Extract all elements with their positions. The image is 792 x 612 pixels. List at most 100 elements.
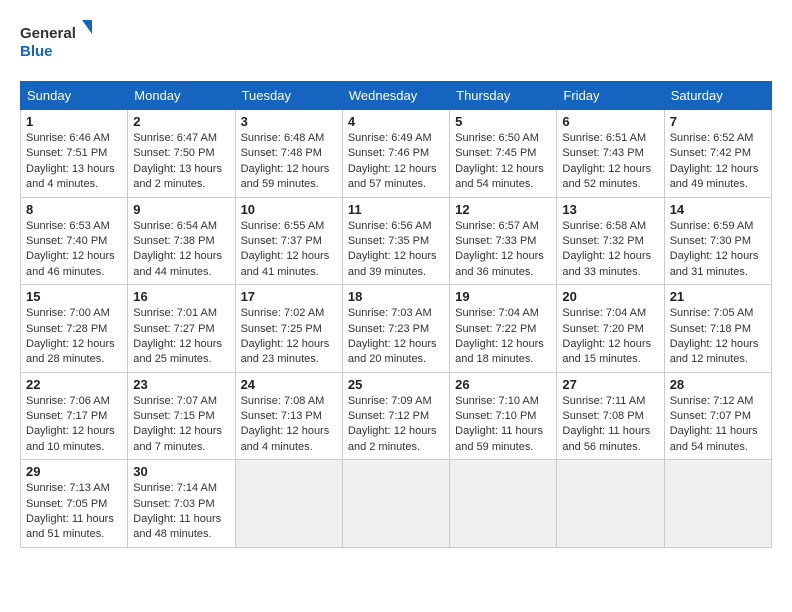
day-info: Sunrise: 6:46 AM Sunset: 7:51 PM Dayligh… [26, 131, 122, 193]
day-number: 17 [241, 289, 337, 304]
calendar-cell: 27 Sunrise: 7:11 AM Sunset: 7:08 PM Dayl… [557, 372, 664, 460]
calendar-cell: 10 Sunrise: 6:55 AM Sunset: 7:37 PM Dayl… [235, 197, 342, 285]
calendar-cell: 18 Sunrise: 7:03 AM Sunset: 7:23 PM Dayl… [342, 285, 449, 373]
calendar-cell [450, 460, 557, 548]
logo: General Blue [20, 20, 100, 65]
page-header: General Blue [20, 20, 772, 65]
calendar-cell: 15 Sunrise: 7:00 AM Sunset: 7:28 PM Dayl… [21, 285, 128, 373]
day-number: 8 [26, 202, 122, 217]
day-info: Sunrise: 7:13 AM Sunset: 7:05 PM Dayligh… [26, 481, 122, 543]
day-info: Sunrise: 7:05 AM Sunset: 7:18 PM Dayligh… [670, 306, 766, 368]
day-info: Sunrise: 7:12 AM Sunset: 7:07 PM Dayligh… [670, 394, 766, 456]
day-number: 19 [455, 289, 551, 304]
day-number: 29 [26, 464, 122, 479]
calendar-cell: 8 Sunrise: 6:53 AM Sunset: 7:40 PM Dayli… [21, 197, 128, 285]
calendar-cell: 4 Sunrise: 6:49 AM Sunset: 7:46 PM Dayli… [342, 110, 449, 198]
day-info: Sunrise: 7:04 AM Sunset: 7:22 PM Dayligh… [455, 306, 551, 368]
header-friday: Friday [557, 82, 664, 110]
calendar-cell: 9 Sunrise: 6:54 AM Sunset: 7:38 PM Dayli… [128, 197, 235, 285]
day-number: 16 [133, 289, 229, 304]
calendar-cell: 2 Sunrise: 6:47 AM Sunset: 7:50 PM Dayli… [128, 110, 235, 198]
day-number: 7 [670, 114, 766, 129]
day-info: Sunrise: 6:53 AM Sunset: 7:40 PM Dayligh… [26, 219, 122, 281]
calendar-cell: 25 Sunrise: 7:09 AM Sunset: 7:12 PM Dayl… [342, 372, 449, 460]
calendar-week-4: 22 Sunrise: 7:06 AM Sunset: 7:17 PM Dayl… [21, 372, 772, 460]
calendar-cell: 23 Sunrise: 7:07 AM Sunset: 7:15 PM Dayl… [128, 372, 235, 460]
calendar-cell: 5 Sunrise: 6:50 AM Sunset: 7:45 PM Dayli… [450, 110, 557, 198]
day-info: Sunrise: 6:52 AM Sunset: 7:42 PM Dayligh… [670, 131, 766, 193]
calendar-cell: 21 Sunrise: 7:05 AM Sunset: 7:18 PM Dayl… [664, 285, 771, 373]
day-info: Sunrise: 6:58 AM Sunset: 7:32 PM Dayligh… [562, 219, 658, 281]
day-number: 27 [562, 377, 658, 392]
calendar-cell: 19 Sunrise: 7:04 AM Sunset: 7:22 PM Dayl… [450, 285, 557, 373]
calendar-cell [557, 460, 664, 548]
calendar-cell [342, 460, 449, 548]
day-number: 15 [26, 289, 122, 304]
calendar-cell: 14 Sunrise: 6:59 AM Sunset: 7:30 PM Dayl… [664, 197, 771, 285]
day-number: 28 [670, 377, 766, 392]
day-info: Sunrise: 6:47 AM Sunset: 7:50 PM Dayligh… [133, 131, 229, 193]
calendar-cell: 11 Sunrise: 6:56 AM Sunset: 7:35 PM Dayl… [342, 197, 449, 285]
day-number: 3 [241, 114, 337, 129]
day-info: Sunrise: 7:03 AM Sunset: 7:23 PM Dayligh… [348, 306, 444, 368]
day-info: Sunrise: 6:55 AM Sunset: 7:37 PM Dayligh… [241, 219, 337, 281]
day-number: 18 [348, 289, 444, 304]
calendar-header-row: SundayMondayTuesdayWednesdayThursdayFrid… [21, 82, 772, 110]
calendar-cell: 13 Sunrise: 6:58 AM Sunset: 7:32 PM Dayl… [557, 197, 664, 285]
logo-svg: General Blue [20, 20, 100, 65]
calendar-week-3: 15 Sunrise: 7:00 AM Sunset: 7:28 PM Dayl… [21, 285, 772, 373]
calendar-week-2: 8 Sunrise: 6:53 AM Sunset: 7:40 PM Dayli… [21, 197, 772, 285]
day-info: Sunrise: 6:56 AM Sunset: 7:35 PM Dayligh… [348, 219, 444, 281]
calendar-cell: 20 Sunrise: 7:04 AM Sunset: 7:20 PM Dayl… [557, 285, 664, 373]
calendar-cell [664, 460, 771, 548]
svg-text:General: General [20, 25, 76, 42]
calendar-cell: 17 Sunrise: 7:02 AM Sunset: 7:25 PM Dayl… [235, 285, 342, 373]
calendar-week-5: 29 Sunrise: 7:13 AM Sunset: 7:05 PM Dayl… [21, 460, 772, 548]
header-wednesday: Wednesday [342, 82, 449, 110]
calendar-table: SundayMondayTuesdayWednesdayThursdayFrid… [20, 81, 772, 548]
header-monday: Monday [128, 82, 235, 110]
day-number: 13 [562, 202, 658, 217]
day-number: 23 [133, 377, 229, 392]
day-info: Sunrise: 7:01 AM Sunset: 7:27 PM Dayligh… [133, 306, 229, 368]
svg-text:Blue: Blue [20, 43, 53, 60]
day-info: Sunrise: 6:57 AM Sunset: 7:33 PM Dayligh… [455, 219, 551, 281]
calendar-cell: 16 Sunrise: 7:01 AM Sunset: 7:27 PM Dayl… [128, 285, 235, 373]
day-number: 25 [348, 377, 444, 392]
day-number: 1 [26, 114, 122, 129]
day-number: 20 [562, 289, 658, 304]
day-info: Sunrise: 6:48 AM Sunset: 7:48 PM Dayligh… [241, 131, 337, 193]
day-info: Sunrise: 7:02 AM Sunset: 7:25 PM Dayligh… [241, 306, 337, 368]
calendar-cell: 28 Sunrise: 7:12 AM Sunset: 7:07 PM Dayl… [664, 372, 771, 460]
day-info: Sunrise: 6:59 AM Sunset: 7:30 PM Dayligh… [670, 219, 766, 281]
day-number: 5 [455, 114, 551, 129]
day-number: 26 [455, 377, 551, 392]
calendar-cell: 1 Sunrise: 6:46 AM Sunset: 7:51 PM Dayli… [21, 110, 128, 198]
day-number: 30 [133, 464, 229, 479]
day-info: Sunrise: 7:00 AM Sunset: 7:28 PM Dayligh… [26, 306, 122, 368]
calendar-cell: 12 Sunrise: 6:57 AM Sunset: 7:33 PM Dayl… [450, 197, 557, 285]
day-info: Sunrise: 6:54 AM Sunset: 7:38 PM Dayligh… [133, 219, 229, 281]
day-info: Sunrise: 7:10 AM Sunset: 7:10 PM Dayligh… [455, 394, 551, 456]
day-number: 11 [348, 202, 444, 217]
header-tuesday: Tuesday [235, 82, 342, 110]
day-number: 4 [348, 114, 444, 129]
day-number: 14 [670, 202, 766, 217]
calendar-cell: 22 Sunrise: 7:06 AM Sunset: 7:17 PM Dayl… [21, 372, 128, 460]
day-info: Sunrise: 6:50 AM Sunset: 7:45 PM Dayligh… [455, 131, 551, 193]
calendar-cell: 29 Sunrise: 7:13 AM Sunset: 7:05 PM Dayl… [21, 460, 128, 548]
day-number: 6 [562, 114, 658, 129]
day-info: Sunrise: 7:07 AM Sunset: 7:15 PM Dayligh… [133, 394, 229, 456]
day-info: Sunrise: 7:04 AM Sunset: 7:20 PM Dayligh… [562, 306, 658, 368]
day-info: Sunrise: 6:49 AM Sunset: 7:46 PM Dayligh… [348, 131, 444, 193]
calendar-cell [235, 460, 342, 548]
header-sunday: Sunday [21, 82, 128, 110]
calendar-cell: 3 Sunrise: 6:48 AM Sunset: 7:48 PM Dayli… [235, 110, 342, 198]
calendar-cell: 6 Sunrise: 6:51 AM Sunset: 7:43 PM Dayli… [557, 110, 664, 198]
day-info: Sunrise: 7:09 AM Sunset: 7:12 PM Dayligh… [348, 394, 444, 456]
day-number: 9 [133, 202, 229, 217]
calendar-cell: 24 Sunrise: 7:08 AM Sunset: 7:13 PM Dayl… [235, 372, 342, 460]
calendar-week-1: 1 Sunrise: 6:46 AM Sunset: 7:51 PM Dayli… [21, 110, 772, 198]
day-info: Sunrise: 6:51 AM Sunset: 7:43 PM Dayligh… [562, 131, 658, 193]
day-number: 22 [26, 377, 122, 392]
